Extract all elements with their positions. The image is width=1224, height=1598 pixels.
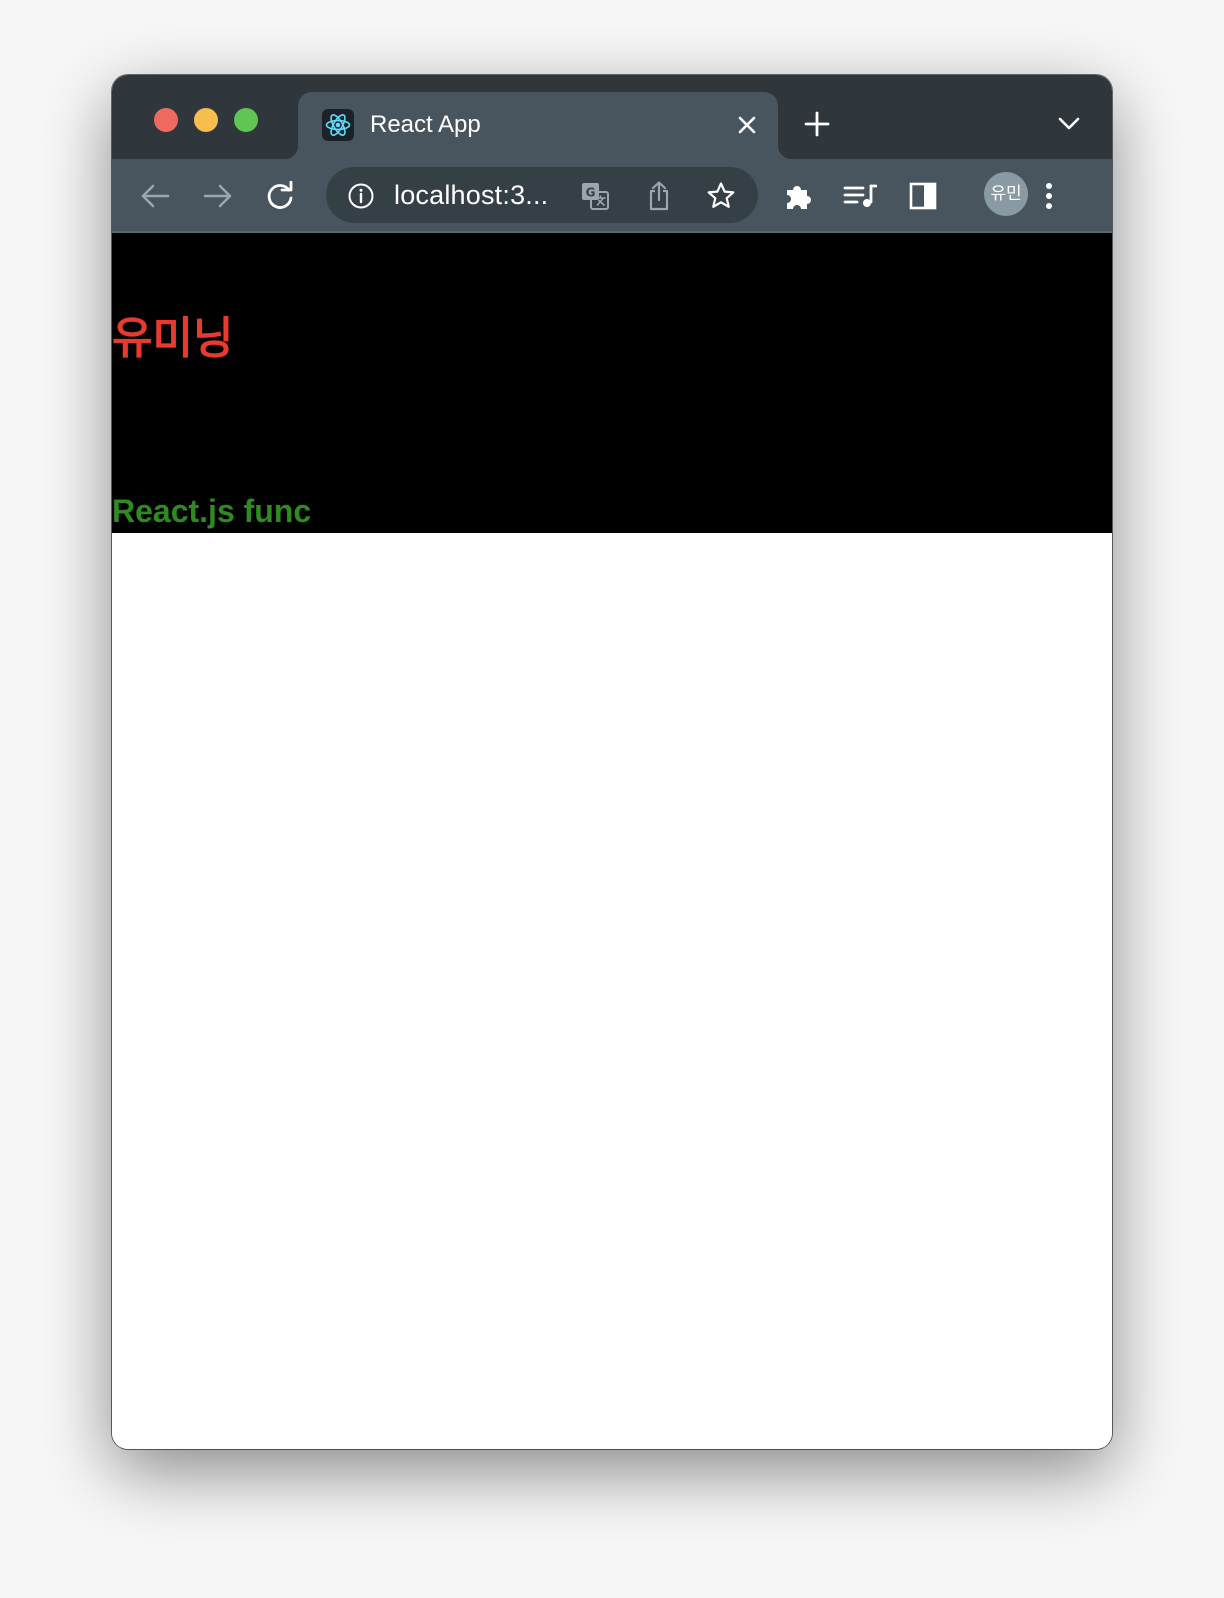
bookmark-star-icon[interactable] <box>706 181 736 211</box>
share-icon[interactable] <box>644 181 674 211</box>
maximize-window-button[interactable] <box>234 108 258 132</box>
page-viewport: 유미닝 React.js func <box>112 233 1112 1449</box>
side-panel-icon[interactable] <box>906 179 940 213</box>
close-window-button[interactable] <box>154 108 178 132</box>
info-icon[interactable] <box>346 181 376 211</box>
title-bar: React App <box>112 75 1112 159</box>
svg-text:G: G <box>586 186 596 200</box>
react-logo-icon <box>322 109 354 141</box>
profile-avatar[interactable]: 유민 <box>984 172 1028 216</box>
tab-react-app[interactable]: React App <box>284 92 792 159</box>
minimize-window-button[interactable] <box>194 108 218 132</box>
back-arrow-icon[interactable] <box>138 179 172 213</box>
translate-icon[interactable]: G <box>580 181 610 211</box>
url-text: localhost:3... <box>394 180 549 210</box>
chevron-down-icon[interactable] <box>1056 111 1082 137</box>
new-tab-icon[interactable] <box>802 109 832 139</box>
more-menu-icon[interactable] <box>1032 179 1066 213</box>
page-subtitle: React.js func <box>112 493 312 529</box>
forward-arrow-icon[interactable] <box>201 179 235 213</box>
browser-toolbar: localhost:3... G 유민 <box>112 159 1112 233</box>
page-title: 유미닝 <box>112 313 234 364</box>
media-playlist-icon[interactable] <box>843 179 877 213</box>
address-bar[interactable]: localhost:3... G <box>326 167 758 223</box>
reload-icon[interactable] <box>263 179 297 213</box>
close-tab-icon[interactable] <box>732 110 762 140</box>
browser-window: React App localhost:3... G 유민 유미닝 React.… <box>112 75 1112 1449</box>
tab-title: React App <box>370 111 481 138</box>
app-header: 유미닝 React.js func <box>112 233 1112 533</box>
extensions-puzzle-icon[interactable] <box>781 179 815 213</box>
